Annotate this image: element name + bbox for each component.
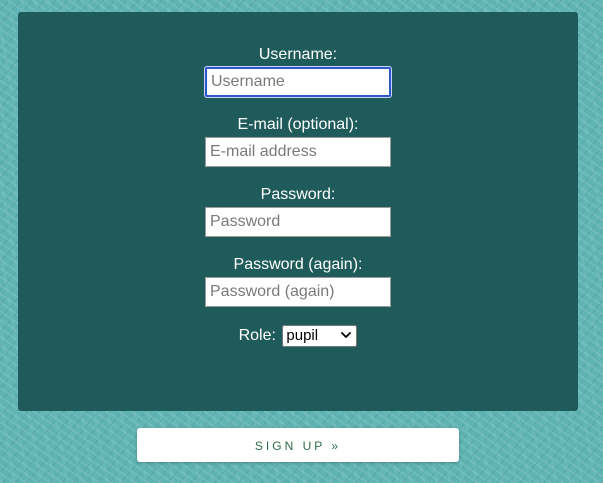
password-label: Password:: [260, 186, 336, 203]
email-input[interactable]: [205, 137, 391, 167]
role-field-group: Role: pupil: [18, 325, 578, 347]
chevron-down-icon: [341, 332, 352, 338]
password-again-input[interactable]: [205, 277, 391, 307]
username-field-group: Username:: [18, 46, 578, 97]
username-input[interactable]: [205, 67, 391, 97]
username-label: Username:: [258, 46, 338, 63]
password-input[interactable]: [205, 207, 391, 237]
signup-form-panel: Username: E-mail (optional): Password: P…: [18, 12, 578, 411]
password-again-field-group: Password (again):: [18, 256, 578, 307]
sign-up-button[interactable]: SIGN UP »: [137, 428, 459, 462]
password-field-group: Password:: [18, 186, 578, 237]
role-select-value: pupil: [286, 327, 319, 345]
email-field-group: E-mail (optional):: [18, 116, 578, 167]
role-label: Role:: [238, 327, 276, 344]
password-again-label: Password (again):: [233, 256, 363, 273]
email-label: E-mail (optional):: [237, 116, 359, 133]
role-select[interactable]: pupil: [282, 325, 358, 347]
